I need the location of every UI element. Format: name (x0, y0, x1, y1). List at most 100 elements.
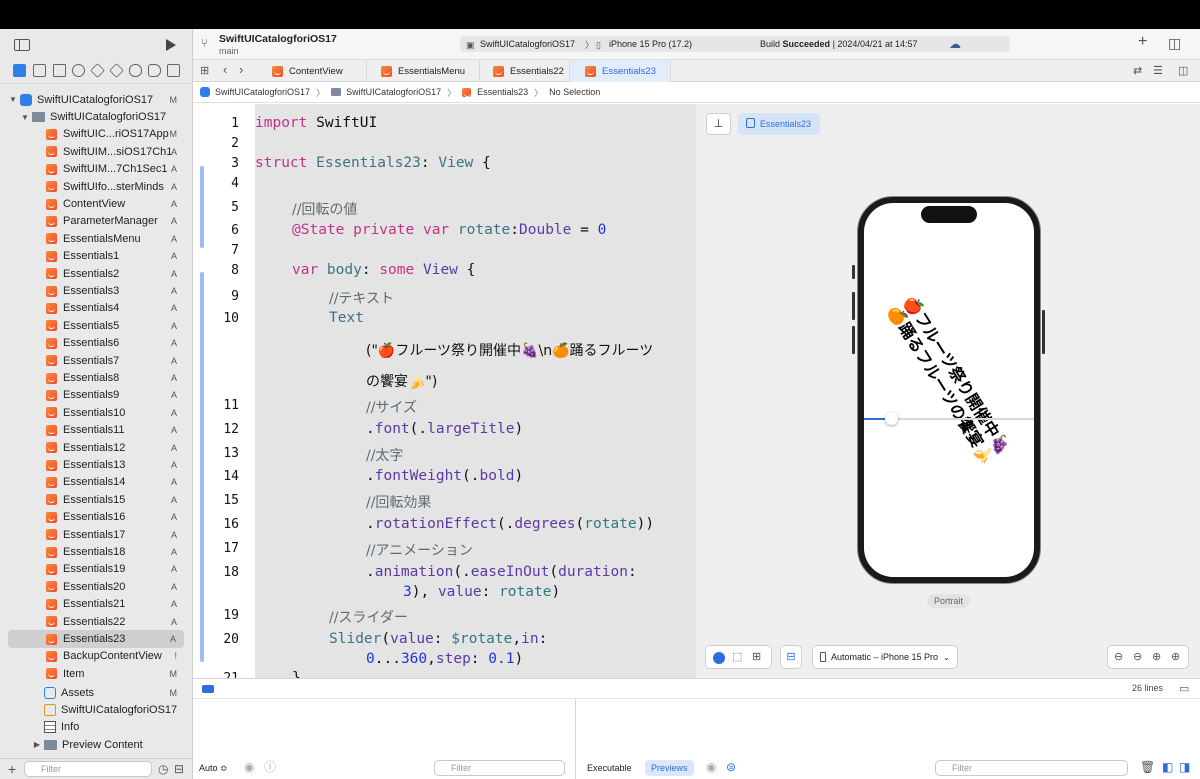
file-item[interactable]: SwiftUIC...riOS17App M (0, 126, 193, 143)
variables-filter-input[interactable]: Filter (434, 760, 565, 776)
file-item[interactable]: SwiftUIM...siOS17Ch1 A (0, 143, 193, 160)
run-icon[interactable] (166, 39, 176, 51)
source-control-icon[interactable] (33, 64, 46, 77)
folder-icon[interactable] (13, 64, 26, 77)
tree-group[interactable]: ▼ SwiftUICatalogforiOS17 (0, 108, 193, 125)
file-item[interactable]: Essentials12 A (0, 439, 193, 456)
file-item[interactable]: Essentials19 A (0, 561, 193, 578)
chevron-down-icon[interactable]: ▼ (8, 95, 18, 104)
zoom-in-icon[interactable]: ⊕ (1171, 651, 1180, 663)
split-right-icon[interactable]: ◨ (1179, 761, 1190, 773)
file-item[interactable]: Essentials15 A (0, 491, 193, 508)
file-item[interactable]: Essentials4 A (0, 300, 193, 317)
slider-thumb[interactable] (885, 412, 898, 425)
file-item[interactable]: SwiftUIfo...sterMinds A (0, 178, 193, 195)
file-item[interactable]: Essentials2 A (0, 265, 193, 282)
file-item[interactable]: Essentials6 A (0, 335, 193, 352)
file-item[interactable]: EssentialsMenu A (0, 230, 193, 247)
inspector-toggle-icon[interactable]: ◫ (1168, 36, 1181, 50)
file-item[interactable]: Essentials7 A (0, 352, 193, 369)
debug-icon[interactable] (129, 64, 142, 77)
tree-root[interactable]: ▼ SwiftUICatalogforiOS17 M (0, 91, 193, 108)
report-icon[interactable] (167, 64, 180, 77)
navigator-filter-input[interactable]: Filter (24, 761, 152, 777)
tree-item-assets[interactable]: Assets M (0, 684, 193, 701)
breadcrumb-item[interactable]: SwiftUICatalogforiOS17 (346, 87, 441, 97)
trash-icon[interactable]: 🗑 (1140, 761, 1155, 773)
tree-item-plan[interactable]: SwiftUICatalogforiOS17 (0, 701, 193, 718)
eye-icon[interactable]: ◉ (706, 761, 716, 773)
actual-size-icon[interactable]: ⊕ (1152, 651, 1161, 663)
file-item[interactable]: ParameterManager A (0, 213, 193, 230)
breakpoint-icon[interactable] (148, 64, 161, 77)
breadcrumb-item[interactable]: Essentials23 (477, 87, 528, 97)
console-filter-input[interactable]: Filter (935, 760, 1128, 776)
file-item[interactable]: Essentials8 A (0, 369, 193, 386)
file-item[interactable]: Essentials22 A (0, 613, 193, 630)
file-item[interactable]: Essentials23 A (8, 630, 184, 648)
chevron-down-icon[interactable]: ▼ (20, 113, 30, 122)
swap-icon[interactable]: ⇄ (1133, 65, 1142, 77)
file-item[interactable]: BackupContentView! (0, 648, 193, 665)
tab-essentials22[interactable]: Essentials22 (480, 60, 570, 82)
file-item[interactable]: Essentials17 A (0, 526, 193, 543)
add-icon[interactable]: + (1138, 34, 1147, 50)
recent-files-icon[interactable]: ◷ (158, 763, 168, 775)
selectable-mode-icon[interactable]: ⬚ (732, 651, 742, 663)
file-item[interactable]: Essentials14 A (0, 474, 193, 491)
file-item[interactable]: Essentials13 A (0, 456, 193, 473)
file-item[interactable]: Essentials1 A (0, 248, 193, 265)
code-editor[interactable]: import SwiftUI struct Essentials23: View … (255, 104, 696, 678)
debug-area-toggle-icon[interactable] (202, 685, 214, 693)
device-menu[interactable]: Automatic – iPhone 15 Pro ⌄ (812, 645, 958, 669)
live-mode-icon[interactable] (713, 652, 725, 664)
chevron-right-icon[interactable]: ▶ (32, 740, 42, 749)
eye-icon[interactable]: ◉ (244, 761, 254, 773)
tree-item-info[interactable]: Info (0, 719, 193, 736)
info-icon[interactable]: ⓘ (264, 761, 276, 773)
split-editor-icon[interactable]: ◫ (1178, 65, 1188, 77)
file-item[interactable]: Essentials3 A (0, 282, 193, 299)
tab-contentview[interactable]: ContentView (264, 60, 367, 82)
scheme-selector[interactable]: SwiftUICatalogforiOS17 (480, 39, 575, 49)
breadcrumb-item[interactable]: No Selection (549, 87, 600, 97)
tab-previews[interactable]: Previews (645, 760, 694, 776)
file-item[interactable]: Essentials5 A (0, 317, 193, 334)
settings-icon[interactable]: ⊜ (726, 761, 736, 773)
file-item[interactable]: SwiftUIM...7Ch1Sec1 A (0, 161, 193, 178)
zoom-to-fit-icon[interactable]: ⊖ (1133, 651, 1142, 663)
editor-options-icon[interactable]: ☰ (1153, 65, 1163, 77)
forward-icon[interactable]: › (239, 63, 243, 76)
split-left-icon[interactable]: ◧ (1162, 761, 1173, 773)
filter-options-icon[interactable]: ⊟ (174, 763, 184, 775)
tab-executable[interactable]: Executable (587, 763, 632, 773)
file-item[interactable]: Essentials20 A (0, 578, 193, 595)
tree-item-preview-content[interactable]: ▶ Preview Content (0, 736, 193, 753)
file-item[interactable]: Essentials18 A (0, 543, 193, 560)
grid-icon[interactable]: ⊞ (200, 65, 209, 77)
file-item[interactable]: Essentials11 A (0, 422, 193, 439)
run-destination[interactable]: iPhone 15 Pro (17.2) (609, 39, 692, 49)
file-item[interactable]: Item M (0, 665, 193, 682)
tab-essentialsmenu[interactable]: EssentialsMenu (367, 60, 480, 82)
file-item[interactable]: ContentView A (0, 195, 193, 212)
variables-mode-selector[interactable]: Auto ≎ (199, 763, 228, 774)
test-icon[interactable] (109, 63, 124, 78)
warning-icon[interactable] (90, 63, 105, 78)
file-item[interactable]: Essentials16 A (0, 509, 193, 526)
back-icon[interactable]: ‹ (223, 63, 227, 76)
file-item[interactable]: Essentials10 A (0, 404, 193, 421)
variants-icon[interactable]: ⊞ (752, 651, 761, 663)
device-settings-button[interactable]: ⊟ (780, 645, 802, 669)
tab-essentials23[interactable]: Essentials23 (570, 60, 671, 82)
sidebar-toggle-icon[interactable] (14, 39, 30, 51)
file-item[interactable]: Essentials21 A (0, 596, 193, 613)
preview-tab[interactable]: Essentials23 (738, 113, 820, 135)
zoom-out-icon[interactable]: ⊖ (1114, 651, 1123, 663)
bookmark-icon[interactable] (53, 64, 66, 77)
file-item[interactable]: Essentials9 A (0, 387, 193, 404)
pin-button[interactable]: ⊥ (706, 113, 731, 135)
hide-debug-icon[interactable]: ▭ (1179, 683, 1189, 695)
add-icon[interactable]: + (8, 762, 16, 776)
breadcrumb-item[interactable]: SwiftUICatalogforiOS17 (215, 87, 310, 97)
